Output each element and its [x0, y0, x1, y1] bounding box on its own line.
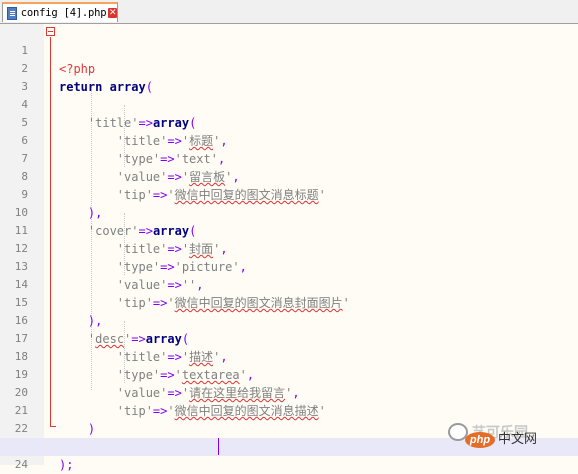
- close-icon[interactable]: ✕: [108, 8, 117, 18]
- code-line[interactable]: 2 return array(: [0, 42, 578, 94]
- code-line[interactable]: 11 'title'=>'封面',: [0, 204, 578, 256]
- code-line[interactable]: 20 'tip'=>'微信中回复的图文消息描述': [0, 366, 578, 418]
- text-caret: [218, 438, 219, 455]
- php-file-icon: [7, 6, 17, 20]
- tab-label: config [4].php: [20, 7, 107, 19]
- code-line[interactable]: 18 'type'=>'textarea',: [0, 330, 578, 382]
- code-line[interactable]: 9 ),: [0, 168, 578, 220]
- code-line[interactable]: 17 'title'=>'描述',: [0, 312, 578, 364]
- line-number: 24: [14, 458, 28, 471]
- code-line[interactable]: 7 'value'=>'留言板',: [0, 132, 578, 184]
- tab-config-php[interactable]: config [4].php ✕: [2, 2, 118, 22]
- code-line[interactable]: 1 <?php: [0, 24, 578, 76]
- code-line[interactable]: 19 'value'=>'请在这里给我留言',: [0, 348, 578, 400]
- code-line[interactable]: 3: [0, 60, 578, 93]
- code-line[interactable]: 12 'type'=>'picture',: [0, 222, 578, 274]
- code-line[interactable]: 4 'title'=>array(: [0, 78, 578, 130]
- php-site-label: 中文网: [498, 432, 538, 447]
- close-statement: );: [59, 458, 74, 472]
- code-line[interactable]: 10 'cover'=>array(: [0, 186, 578, 238]
- code-line[interactable]: 14 'tip'=>'微信中回复的图文消息封面图片': [0, 258, 578, 310]
- code-line[interactable]: 21 ): [0, 384, 578, 436]
- code-line[interactable]: 15 ),: [0, 276, 578, 328]
- code-line[interactable]: 8 'tip'=>'微信中回复的图文消息标题': [0, 150, 578, 202]
- code-line[interactable]: 13 'value'=>'',: [0, 240, 578, 292]
- tab-bar: config [4].php ✕: [0, 0, 578, 24]
- code-line[interactable]: 5 'title'=>'标题',: [0, 96, 578, 148]
- code-line[interactable]: 16 'desc'=>array(: [0, 294, 578, 346]
- code-line[interactable]: 6 'type'=>'text',: [0, 114, 578, 166]
- php-logo: php: [465, 432, 495, 448]
